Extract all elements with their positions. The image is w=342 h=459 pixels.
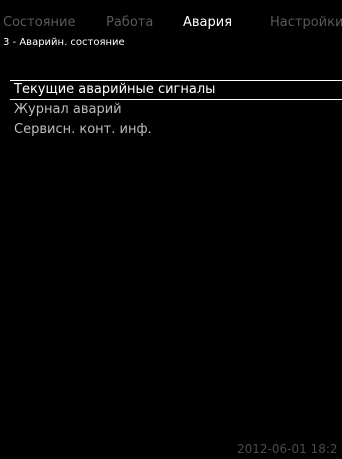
- tab-status[interactable]: Состояние: [3, 14, 75, 32]
- tab-alarm[interactable]: Авария: [183, 14, 232, 32]
- tab-settings[interactable]: Настройки: [270, 14, 342, 32]
- alarm-menu: Текущие аварийные сигналы Журнал аварий …: [10, 80, 342, 140]
- page-title: 3 - Аварийн. состояние: [3, 37, 125, 48]
- menu-item-current-alarms[interactable]: Текущие аварийные сигналы: [10, 80, 342, 100]
- datetime-readout: 2012-06-01 18:2: [237, 442, 338, 456]
- menu-item-alarm-log[interactable]: Журнал аварий: [10, 100, 342, 120]
- display-screen: Состояние Работа Авария Настройки 3 - Ав…: [0, 0, 342, 459]
- tab-bar: Состояние Работа Авария Настройки: [0, 14, 342, 32]
- tab-operation[interactable]: Работа: [106, 14, 153, 32]
- menu-item-service-contact-info[interactable]: Сервисн. конт. инф.: [10, 120, 342, 140]
